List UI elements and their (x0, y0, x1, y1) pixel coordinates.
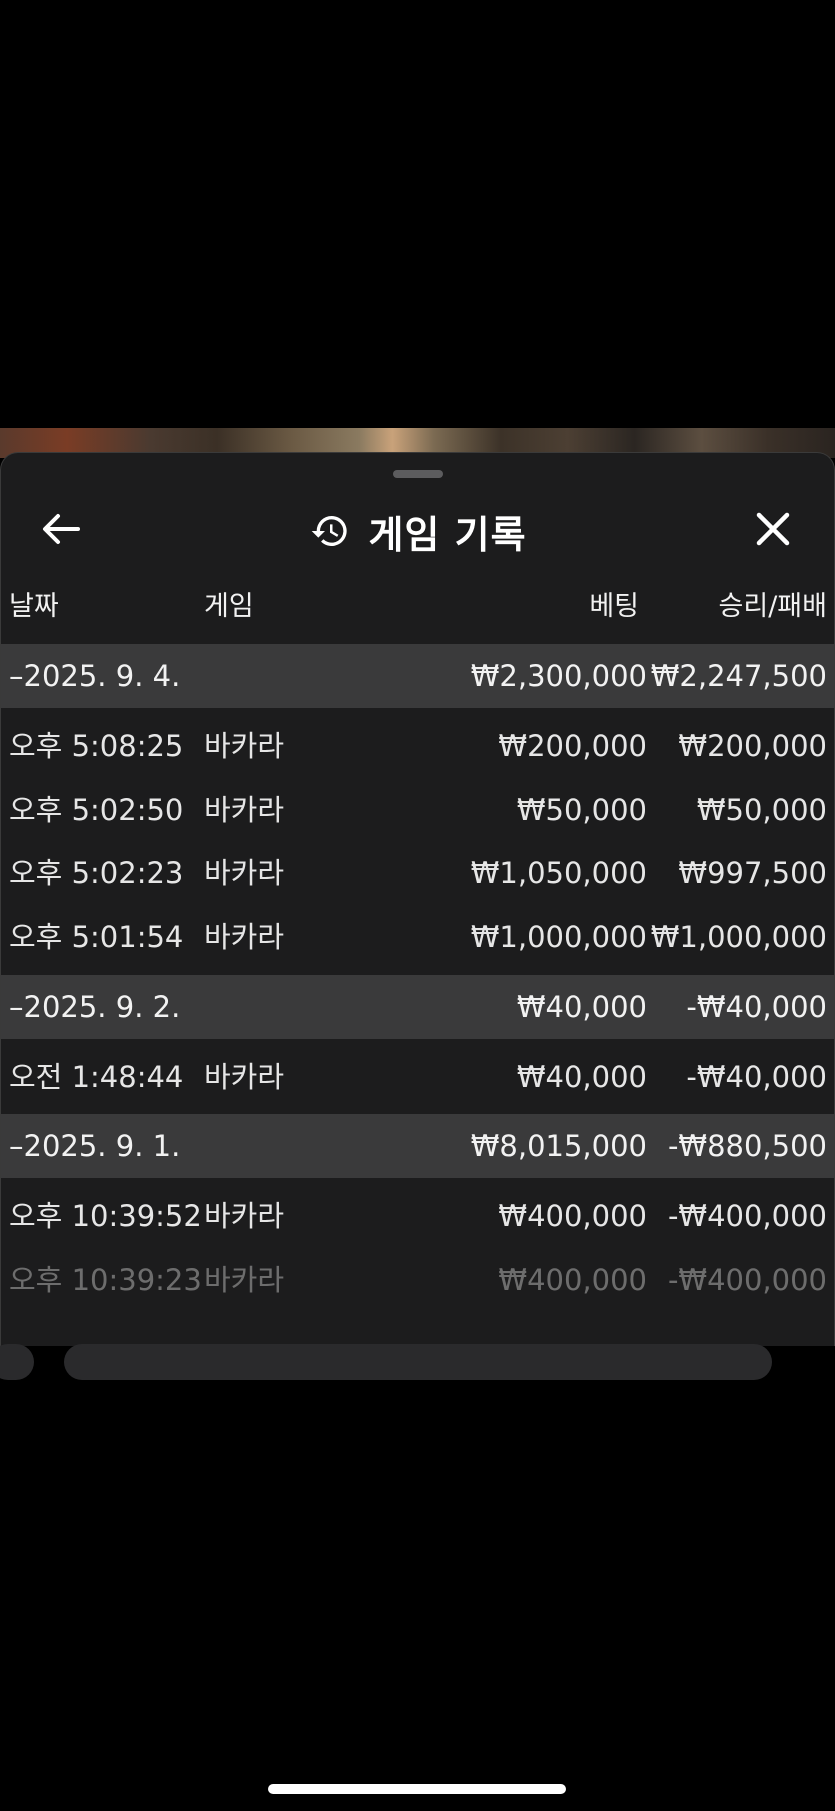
row-result: ₩997,500 (678, 856, 827, 890)
row-game: 바카라 (204, 793, 285, 827)
group-result-total: -₩880,500 (667, 1129, 827, 1163)
page-title: 게임 기록 (368, 512, 527, 557)
back-button[interactable] (37, 509, 85, 553)
row-bet: ₩1,000,000 (470, 920, 647, 954)
row-time: 오후 10:39:52 (9, 1199, 202, 1233)
group-bet-total: ₩2,300,000 (470, 659, 647, 693)
table-row[interactable]: 오후 5:02:23 바카라 ₩1,050,000 ₩997,500 (1, 841, 834, 905)
sheet-header: 게임 기록 (1, 491, 834, 571)
table-header: 날짜 게임 베팅 승리/패배 (1, 585, 834, 629)
row-result: -₩40,000 (686, 1060, 827, 1094)
column-header-result[interactable]: 승리/패배 (719, 593, 827, 620)
row-bet: ₩400,000 (498, 1263, 647, 1297)
arrow-left-icon (41, 512, 81, 550)
row-time: 오후 10:39:23 (9, 1263, 202, 1297)
title-group: 게임 기록 (1, 491, 834, 571)
row-game: 바카라 (204, 1199, 285, 1233)
group-row-2025-09-01[interactable]: –2025. 9. 1. ₩8,015,000 -₩880,500 (1, 1114, 834, 1178)
table-row[interactable]: 오전 1:48:44 바카라 ₩40,000 -₩40,000 (1, 1045, 834, 1109)
row-time: 오후 5:08:25 (9, 729, 184, 763)
row-game: 바카라 (204, 1263, 285, 1297)
table-row[interactable]: 오후 5:08:25 바카라 ₩200,000 ₩200,000 (1, 714, 834, 778)
row-result: ₩50,000 (696, 793, 827, 827)
letterbox-bottom (0, 1380, 835, 1811)
row-time: 오후 5:01:54 (9, 920, 184, 954)
table-row[interactable]: 오후 5:02:50 바카라 ₩50,000 ₩50,000 (1, 778, 834, 842)
row-bet: ₩40,000 (516, 1060, 647, 1094)
row-time: 오후 5:02:50 (9, 793, 184, 827)
close-icon (755, 511, 791, 551)
table-row[interactable]: 오후 10:39:23 바카라 ₩400,000 -₩400,000 (1, 1248, 834, 1312)
game-history-sheet: 게임 기록 날짜 게임 베팅 승리/패배 –2025. 9. 4. ₩2,300… (0, 452, 835, 1360)
row-time: 오후 5:02:23 (9, 856, 184, 890)
row-bet: ₩1,050,000 (470, 856, 647, 890)
group-row-2025-09-02[interactable]: –2025. 9. 2. ₩40,000 -₩40,000 (1, 975, 834, 1039)
group-date: –2025. 9. 4. (9, 659, 181, 693)
close-button[interactable] (749, 507, 797, 555)
row-game: 바카라 (204, 1060, 285, 1094)
sheet-grabber[interactable] (393, 470, 443, 478)
row-game: 바카라 (204, 856, 285, 890)
row-result: ₩1,000,000 (650, 920, 827, 954)
group-row-2025-09-04[interactable]: –2025. 9. 4. ₩2,300,000 ₩2,247,500 (1, 644, 834, 708)
group-result-total: -₩40,000 (686, 990, 827, 1024)
group-date: –2025. 9. 2. (9, 990, 181, 1024)
group-bet-total: ₩40,000 (516, 990, 647, 1024)
row-time: 오전 1:48:44 (9, 1060, 184, 1094)
history-icon (310, 511, 350, 551)
group-bet-total: ₩8,015,000 (470, 1129, 647, 1163)
group-result-total: ₩2,247,500 (650, 659, 827, 693)
home-indicator[interactable] (268, 1784, 566, 1794)
row-result: -₩400,000 (667, 1263, 827, 1297)
column-header-bet[interactable]: 베팅 (589, 593, 639, 620)
table-row[interactable]: 오후 10:39:52 바카라 ₩400,000 -₩400,000 (1, 1184, 834, 1248)
table-row[interactable]: 오후 5:01:54 바카라 ₩1,000,000 ₩1,000,000 (1, 905, 834, 969)
column-header-game[interactable]: 게임 (204, 593, 254, 620)
row-result: -₩400,000 (667, 1199, 827, 1233)
row-result: ₩200,000 (678, 729, 827, 763)
row-game: 바카라 (204, 920, 285, 954)
row-bet: ₩400,000 (498, 1199, 647, 1233)
row-bet: ₩50,000 (516, 793, 647, 827)
row-bet: ₩200,000 (498, 729, 647, 763)
row-game: 바카라 (204, 729, 285, 763)
group-date: –2025. 9. 1. (9, 1129, 181, 1163)
background-control-bar (64, 1344, 772, 1380)
column-header-date[interactable]: 날짜 (9, 593, 59, 620)
